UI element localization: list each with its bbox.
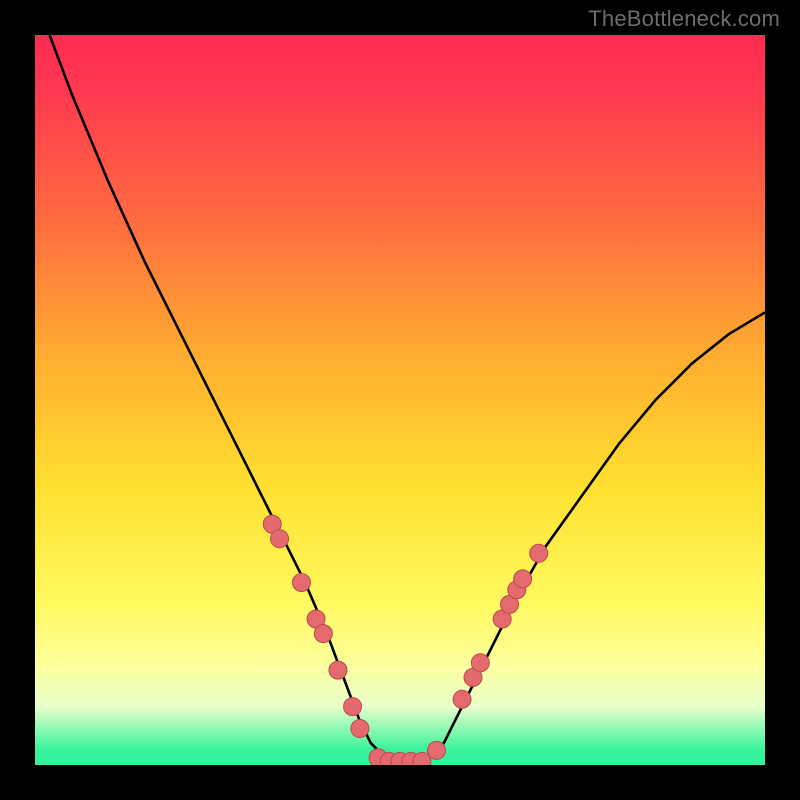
data-marker bbox=[453, 690, 471, 708]
data-marker bbox=[530, 544, 548, 562]
data-marker bbox=[428, 741, 446, 759]
data-markers bbox=[263, 515, 547, 765]
data-marker bbox=[514, 570, 532, 588]
chart-frame bbox=[35, 35, 765, 765]
data-marker bbox=[329, 661, 347, 679]
data-marker bbox=[292, 574, 310, 592]
bottleneck-plot bbox=[35, 35, 765, 765]
data-marker bbox=[344, 698, 362, 716]
watermark-text: TheBottleneck.com bbox=[588, 6, 780, 32]
data-marker bbox=[314, 625, 332, 643]
data-marker bbox=[471, 654, 489, 672]
bottleneck-curve bbox=[50, 35, 765, 765]
data-marker bbox=[271, 530, 289, 548]
data-marker bbox=[351, 720, 369, 738]
